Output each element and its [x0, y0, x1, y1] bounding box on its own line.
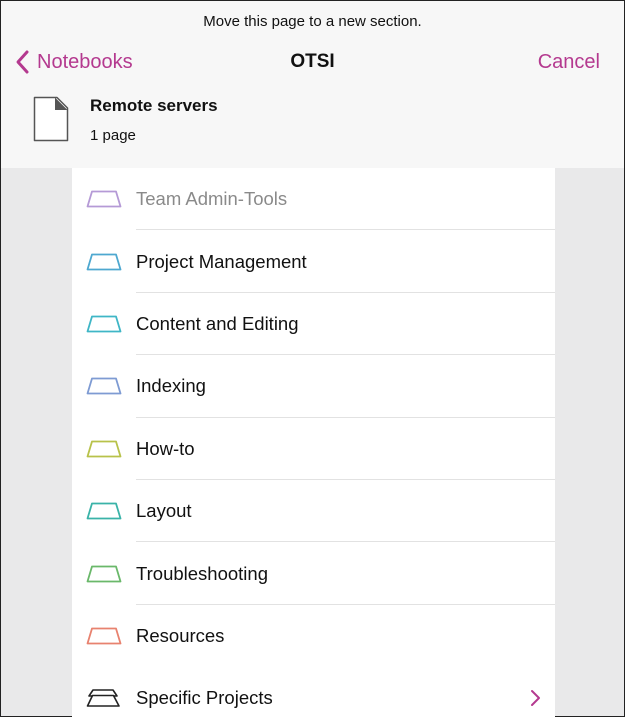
section-label: How-to	[136, 437, 195, 459]
section-item[interactable]: Project Management	[72, 230, 555, 294]
section-tab-icon	[86, 377, 122, 395]
page-icon	[33, 96, 69, 142]
page-count: 1 page	[90, 127, 136, 144]
section-label: Indexing	[136, 375, 206, 397]
page-being-moved: Remote servers 1 page	[33, 96, 218, 144]
section-item[interactable]: Layout	[72, 480, 555, 543]
section-item[interactable]: Indexing	[72, 355, 555, 418]
section-item[interactable]: Content and Editing	[72, 293, 555, 356]
section-list: Team Admin-Tools Project Management Conten…	[72, 168, 555, 717]
chevron-right-icon	[531, 690, 540, 707]
cancel-button[interactable]: Cancel	[538, 51, 600, 74]
section-item[interactable]: Troubleshooting	[72, 542, 555, 606]
section-label: Troubleshooting	[136, 562, 268, 584]
section-tab-icon	[86, 190, 122, 208]
section-item[interactable]: Team Admin-Tools	[72, 168, 555, 231]
section-group-label: Specific Projects	[136, 687, 273, 709]
section-tab-icon	[86, 315, 122, 333]
section-group-icon	[86, 689, 120, 708]
section-tab-icon	[86, 253, 122, 270]
section-label: Content and Editing	[136, 312, 299, 334]
move-prompt: Move this page to a new section.	[203, 13, 422, 30]
section-group-specific-projects[interactable]: Specific Projects	[72, 667, 555, 717]
section-label: Resources	[136, 624, 225, 646]
section-item[interactable]: How-to	[72, 418, 555, 481]
back-button-label: Notebooks	[37, 50, 133, 73]
page-name: Remote servers	[90, 96, 218, 115]
chevron-left-icon	[16, 50, 29, 74]
back-to-notebooks-button[interactable]: Notebooks	[13, 48, 133, 76]
section-label: Layout	[136, 500, 192, 522]
section-label: Project Management	[136, 250, 307, 272]
section-tab-icon	[86, 627, 122, 645]
move-page-header: Move this page to a new section. Noteboo…	[1, 1, 624, 168]
section-label: Team Admin-Tools	[136, 188, 288, 210]
section-tab-icon	[86, 440, 122, 458]
section-tab-icon	[86, 502, 122, 520]
section-tab-icon	[86, 565, 122, 582]
section-item[interactable]: Resources	[72, 605, 555, 667]
